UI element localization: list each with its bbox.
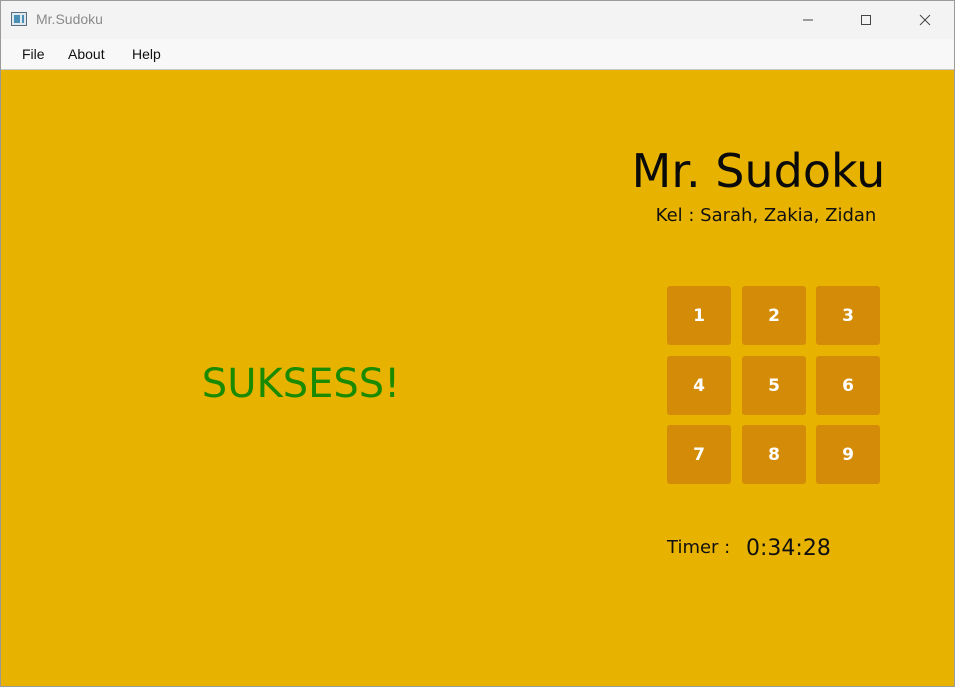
menu-about[interactable]: About — [68, 46, 105, 62]
maximize-icon — [861, 15, 871, 25]
maximize-button[interactable] — [837, 1, 895, 39]
status-message: SUKSESS! — [201, 361, 401, 407]
menu-help[interactable]: Help — [132, 46, 161, 62]
number-button-6[interactable]: 6 — [816, 356, 880, 415]
close-button[interactable] — [896, 1, 954, 39]
number-button-2[interactable]: 2 — [742, 286, 806, 345]
number-button-1[interactable]: 1 — [667, 286, 731, 345]
menu-file[interactable]: File — [22, 46, 45, 62]
timer-label: Timer : — [667, 537, 731, 558]
minimize-button[interactable] — [779, 1, 837, 39]
number-pad: 1 2 3 4 5 6 7 8 9 — [667, 286, 881, 485]
number-button-9[interactable]: 9 — [816, 425, 880, 484]
number-button-4[interactable]: 4 — [667, 356, 731, 415]
close-icon — [919, 14, 931, 26]
timer-value: 0:34:28 — [746, 536, 831, 561]
number-button-3[interactable]: 3 — [816, 286, 880, 345]
app-window: Mr.Sudoku File About Help SUKSESS! Mr. S… — [0, 0, 955, 687]
number-button-5[interactable]: 5 — [742, 356, 806, 415]
menu-bar: File About Help — [1, 39, 954, 70]
minimize-icon — [803, 19, 813, 21]
team-subtitle: Kel : Sarah, Zakia, Zidan — [655, 205, 877, 226]
app-title: Mr. Sudoku — [631, 144, 886, 198]
window-title: Mr.Sudoku — [36, 11, 103, 27]
app-window-icon — [11, 12, 27, 26]
title-bar[interactable]: Mr.Sudoku — [1, 1, 954, 39]
number-button-8[interactable]: 8 — [742, 425, 806, 484]
game-panel: SUKSESS! Mr. Sudoku Kel : Sarah, Zakia, … — [1, 70, 954, 686]
number-button-7[interactable]: 7 — [667, 425, 731, 484]
